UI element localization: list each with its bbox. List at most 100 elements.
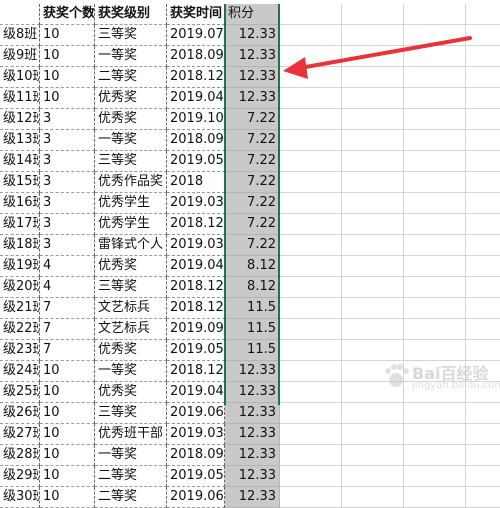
empty-cell[interactable] — [466, 46, 500, 67]
cell-award-count[interactable]: 10 — [40, 46, 95, 67]
cell-class-name[interactable]: 级16班 — [0, 193, 40, 214]
cell-award-count[interactable]: 3 — [40, 172, 95, 193]
empty-cell[interactable] — [466, 67, 500, 88]
cell-class-name[interactable]: 级25班 — [0, 382, 40, 403]
cell-award-level[interactable]: 文艺标兵 — [95, 319, 167, 340]
empty-cell[interactable] — [404, 67, 466, 88]
cell-award-level[interactable]: 一等奖 — [95, 445, 167, 466]
empty-cell[interactable] — [404, 298, 466, 319]
cell-award-level[interactable]: 二等奖 — [95, 487, 167, 508]
cell-score[interactable]: 12.33 — [225, 382, 280, 403]
empty-cell[interactable] — [404, 319, 466, 340]
cell-class-name[interactable]: 级19班 — [0, 256, 40, 277]
empty-cell[interactable] — [466, 109, 500, 130]
empty-cell[interactable] — [466, 172, 500, 193]
cell-score[interactable]: 12.33 — [225, 466, 280, 487]
cell-class-name[interactable]: 级9班 — [0, 46, 40, 67]
header-cell-score[interactable]: 积分 — [225, 4, 280, 25]
empty-cell[interactable] — [404, 424, 466, 445]
cell-score[interactable]: 12.33 — [225, 88, 280, 109]
cell-class-name[interactable]: 级17班 — [0, 214, 40, 235]
cell-score[interactable]: 12.33 — [225, 46, 280, 67]
cell-score[interactable]: 11.5 — [225, 340, 280, 361]
empty-cell[interactable] — [342, 109, 404, 130]
cell-award-count[interactable]: 7 — [40, 340, 95, 361]
cell-class-name[interactable]: 级22班 — [0, 319, 40, 340]
empty-cell[interactable] — [404, 130, 466, 151]
cell-class-name[interactable]: 级27班 — [0, 424, 40, 445]
empty-cell[interactable] — [466, 256, 500, 277]
empty-cell[interactable] — [404, 109, 466, 130]
cell-award-level[interactable]: 优秀奖 — [95, 382, 167, 403]
empty-cell[interactable] — [404, 214, 466, 235]
cell-award-level[interactable]: 三等奖 — [95, 151, 167, 172]
cell-award-date[interactable]: 2018.09 — [167, 445, 225, 466]
cell-class-name[interactable]: 级21班 — [0, 298, 40, 319]
cell-score[interactable]: 8.12 — [225, 277, 280, 298]
empty-cell[interactable] — [342, 25, 404, 46]
empty-cell[interactable] — [404, 151, 466, 172]
cell-score[interactable]: 7.22 — [225, 235, 280, 256]
cell-award-date[interactable]: 2018.12 — [167, 277, 225, 298]
cell-award-count[interactable]: 10 — [40, 67, 95, 88]
empty-cell[interactable] — [280, 172, 342, 193]
header-cell-class[interactable] — [0, 4, 40, 25]
empty-cell[interactable] — [280, 25, 342, 46]
cell-award-level[interactable]: 优秀班干部 — [95, 424, 167, 445]
empty-cell[interactable] — [404, 235, 466, 256]
cell-award-level[interactable]: 三等奖 — [95, 25, 167, 46]
empty-cell[interactable] — [404, 403, 466, 424]
cell-award-date[interactable]: 2018 — [167, 172, 225, 193]
empty-cell[interactable] — [280, 298, 342, 319]
empty-cell[interactable] — [404, 277, 466, 298]
cell-award-date[interactable]: 2018.12 — [167, 298, 225, 319]
empty-cell[interactable] — [466, 25, 500, 46]
cell-award-count[interactable]: 3 — [40, 235, 95, 256]
cell-class-name[interactable]: 级28班 — [0, 445, 40, 466]
empty-cell[interactable] — [280, 130, 342, 151]
empty-cell[interactable] — [280, 193, 342, 214]
empty-cell[interactable] — [404, 193, 466, 214]
cell-award-date[interactable]: 2019.10 — [167, 109, 225, 130]
cell-award-date[interactable]: 2019.05 — [167, 340, 225, 361]
empty-cell[interactable] — [280, 151, 342, 172]
empty-cell[interactable] — [342, 277, 404, 298]
cell-award-count[interactable]: 10 — [40, 487, 95, 508]
cell-award-date[interactable]: 2019.03 — [167, 424, 225, 445]
empty-cell[interactable] — [404, 25, 466, 46]
cell-score[interactable]: 12.33 — [225, 25, 280, 46]
cell-award-date[interactable]: 2019.06 — [167, 487, 225, 508]
cell-award-count[interactable]: 4 — [40, 256, 95, 277]
cell-award-level[interactable]: 二等奖 — [95, 67, 167, 88]
cell-award-level[interactable]: 优秀作品奖 — [95, 172, 167, 193]
cell-award-level[interactable]: 雷锋式个人 — [95, 235, 167, 256]
cell-score[interactable]: 11.5 — [225, 319, 280, 340]
cell-award-date[interactable]: 2018.12 — [167, 67, 225, 88]
cell-score[interactable]: 7.22 — [225, 172, 280, 193]
empty-cell[interactable] — [280, 445, 342, 466]
cell-award-count[interactable]: 3 — [40, 109, 95, 130]
cell-score[interactable]: 8.12 — [225, 256, 280, 277]
cell-award-date[interactable]: 2019.06 — [167, 403, 225, 424]
empty-cell[interactable] — [280, 277, 342, 298]
empty-cell[interactable] — [342, 67, 404, 88]
cell-award-level[interactable]: 优秀奖 — [95, 256, 167, 277]
cell-class-name[interactable]: 级13班 — [0, 130, 40, 151]
cell-award-date[interactable]: 2018.12 — [167, 361, 225, 382]
empty-cell[interactable] — [342, 424, 404, 445]
empty-cell[interactable] — [466, 277, 500, 298]
empty-cell[interactable] — [404, 487, 466, 508]
empty-cell[interactable] — [280, 4, 342, 25]
cell-award-level[interactable]: 优秀学生 — [95, 214, 167, 235]
empty-cell[interactable] — [342, 235, 404, 256]
cell-score[interactable]: 7.22 — [225, 109, 280, 130]
cell-award-level[interactable]: 优秀奖 — [95, 109, 167, 130]
cell-award-level[interactable]: 二等奖 — [95, 466, 167, 487]
cell-class-name[interactable]: 级18班 — [0, 235, 40, 256]
empty-cell[interactable] — [466, 235, 500, 256]
empty-cell[interactable] — [342, 403, 404, 424]
cell-class-name[interactable]: 级15班 — [0, 172, 40, 193]
empty-cell[interactable] — [466, 487, 500, 508]
cell-class-name[interactable]: 级26班 — [0, 403, 40, 424]
cell-award-count[interactable]: 10 — [40, 466, 95, 487]
